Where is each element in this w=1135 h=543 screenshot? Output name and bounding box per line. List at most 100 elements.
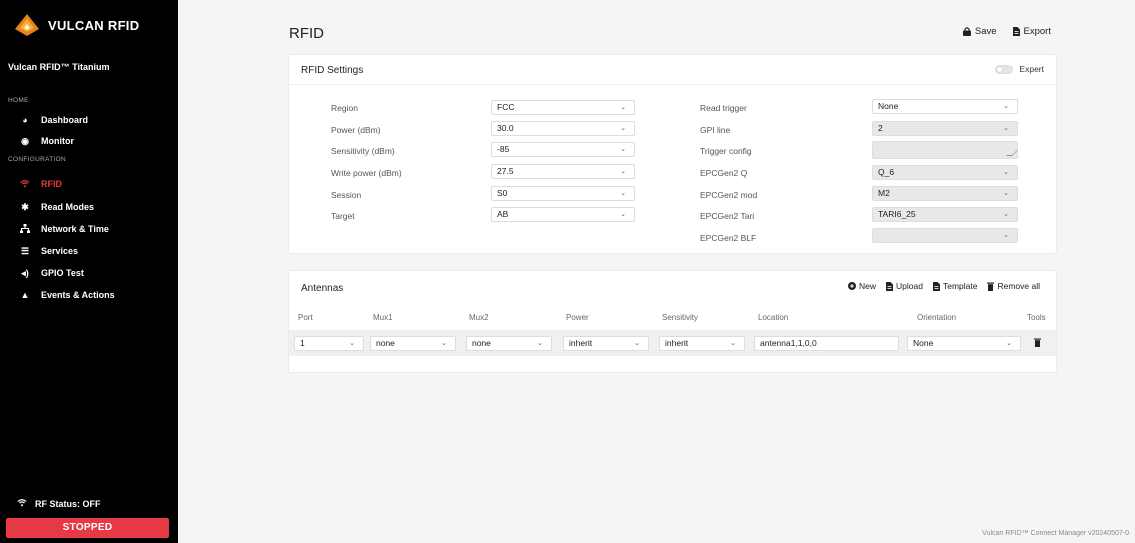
write-power-select[interactable]: 27.5 ⌄	[491, 164, 635, 179]
column-header-mux1: Mux1	[373, 313, 393, 322]
trigger-config-input[interactable]	[872, 141, 1018, 159]
power-label: Power (dBm)	[331, 125, 381, 135]
bell-icon: ▲	[20, 290, 30, 300]
sidebar-item-events-actions[interactable]: ▲ Events & Actions	[0, 286, 178, 304]
wifi-icon	[17, 498, 27, 510]
read-trigger-select[interactable]: None ⌄	[872, 99, 1018, 114]
chevron-down-icon: ⌄	[634, 340, 640, 347]
epcgen2-blf-select[interactable]: ⌄	[872, 228, 1018, 243]
brand-name: VULCAN RFID	[48, 17, 140, 33]
mux2-select[interactable]: none ⌄	[466, 336, 552, 351]
target-select[interactable]: AB ⌄	[491, 207, 635, 222]
expert-toggle[interactable]: Expert	[995, 64, 1044, 74]
rf-status: RF Status: OFF	[17, 498, 101, 510]
sidebar-item-dashboard[interactable]: ◕ Dashboard	[0, 111, 178, 129]
gear-icon: ✱	[21, 201, 29, 212]
device-name: Vulcan RFID™ Titanium	[8, 62, 110, 72]
stopped-button[interactable]: STOPPED	[6, 518, 169, 538]
rfid-settings-card: RFID Settings Expert Region FCC ⌄ Power (…	[288, 54, 1057, 254]
power-select[interactable]: 30.0 ⌄	[491, 121, 635, 136]
export-button[interactable]: Export	[1012, 26, 1051, 37]
sidebar-item-gpio-test[interactable]: ◂) GPIO Test	[0, 264, 178, 282]
antennas-header: Antennas New Upload Template Remove all	[289, 271, 1056, 305]
sidebar-item-label: Network & Time	[41, 224, 109, 234]
column-header-location: Location	[758, 313, 789, 322]
toggle-switch[interactable]	[995, 64, 1014, 74]
location-input[interactable]: antenna1,1,0,0	[754, 336, 899, 351]
file-icon	[1012, 27, 1020, 36]
upload-button[interactable]: Upload	[886, 281, 923, 291]
antenna-actions: New Upload Template Remove all	[848, 281, 1040, 291]
orientation-select[interactable]: None ⌄	[907, 336, 1021, 351]
sensitivity-select[interactable]: -85 ⌄	[491, 142, 635, 157]
wifi-icon	[17, 179, 33, 190]
antennas-card: Antennas New Upload Template Remove all …	[288, 270, 1057, 373]
trigger-config-label: Trigger config	[700, 146, 752, 156]
chevron-down-icon: ⌄	[620, 104, 626, 111]
vulcan-logo-icon	[15, 14, 39, 36]
port-select[interactable]: 1 ⌄	[294, 336, 364, 351]
page-title: RFID	[289, 25, 324, 42]
column-header-mux2: Mux2	[469, 313, 489, 322]
server-icon: ☰	[20, 245, 30, 256]
sidebar: VULCAN RFID Vulcan RFID™ Titanium HOME ◕…	[0, 0, 178, 543]
gauge-icon: ◕	[22, 115, 28, 125]
trash-icon	[1034, 338, 1041, 347]
chevron-down-icon: ⌄	[441, 340, 447, 347]
chevron-down-icon: ⌄	[1003, 232, 1009, 239]
chevron-down-icon: ⌄	[620, 125, 626, 132]
template-button[interactable]: Template	[932, 281, 977, 291]
column-header-port: Port	[298, 313, 313, 322]
sidebar-item-label: Dashboard	[41, 115, 89, 125]
network-icon	[17, 223, 33, 235]
sensitivity-select[interactable]: inherit ⌄	[659, 336, 745, 351]
rfid-settings-header: RFID Settings Expert	[289, 55, 1056, 85]
gpi-line-select[interactable]: 2 ⌄	[872, 121, 1018, 136]
column-header-tools: Tools	[1027, 313, 1046, 322]
chevron-down-icon: ⌄	[1003, 211, 1009, 218]
chevron-down-icon: ⌄	[537, 340, 543, 347]
chevron-down-icon: ⌄	[620, 190, 626, 197]
sidebar-item-network-time[interactable]: Network & Time	[0, 220, 178, 238]
chevron-down-icon: ⌄	[1003, 190, 1009, 197]
column-header-sensitivity: Sensitivity	[662, 313, 699, 322]
region-select[interactable]: FCC ⌄	[491, 100, 635, 115]
epcgen2-tari-select[interactable]: TARI6_25 ⌄	[872, 207, 1018, 222]
target-label: Target	[331, 211, 355, 221]
save-button[interactable]: Save	[962, 26, 997, 37]
remove-all-button[interactable]: Remove all	[987, 281, 1040, 291]
new-antenna-button[interactable]: New	[848, 281, 876, 291]
mux1-select[interactable]: none ⌄	[370, 336, 456, 351]
epcgen2-tari-label: EPCGen2 Tari	[700, 211, 755, 221]
sidebar-item-label: Services	[41, 246, 79, 256]
chevron-down-icon: ⌄	[620, 168, 626, 175]
sensitivity-label: Sensitivity (dBm)	[331, 146, 395, 156]
sidebar-item-monitor[interactable]: ◉ Monitor	[0, 132, 178, 150]
epcgen2-mod-select[interactable]: M2 ⌄	[872, 186, 1018, 201]
sidebar-item-read-modes[interactable]: ✱ Read Modes	[0, 198, 178, 216]
sidebar-item-services[interactable]: ☰ Services	[0, 242, 178, 260]
power-select[interactable]: inherit ⌄	[563, 336, 649, 351]
sidebar-item-label: GPIO Test	[41, 268, 84, 278]
epcgen2-q-select[interactable]: Q_6 ⌄	[872, 165, 1018, 180]
chevron-down-icon: ⌄	[730, 340, 736, 347]
sidebar-item-label: Read Modes	[41, 202, 95, 212]
lock-icon	[962, 27, 971, 36]
session-select[interactable]: S0 ⌄	[491, 186, 635, 201]
column-header-power: Power	[566, 313, 589, 322]
chevron-down-icon: ⌄	[1003, 103, 1009, 110]
session-label: Session	[331, 190, 362, 200]
sidebar-item-label: Events & Actions	[41, 290, 115, 300]
brand[interactable]: VULCAN RFID	[14, 13, 139, 37]
rf-status-text: RF Status: OFF	[35, 499, 101, 509]
gpi-line-label: GPI line	[700, 125, 731, 135]
column-header-orientation: Orientation	[917, 313, 957, 322]
speaker-icon: ◂)	[21, 267, 29, 278]
file-icon	[886, 281, 894, 291]
delete-row-button[interactable]	[1034, 338, 1041, 349]
sidebar-item-rfid[interactable]: RFID	[0, 175, 178, 193]
epcgen2-q-label: EPCGen2 Q	[700, 168, 748, 178]
trash-icon	[987, 282, 995, 291]
plus-circle-icon	[848, 282, 857, 290]
region-label: Region	[331, 103, 358, 113]
